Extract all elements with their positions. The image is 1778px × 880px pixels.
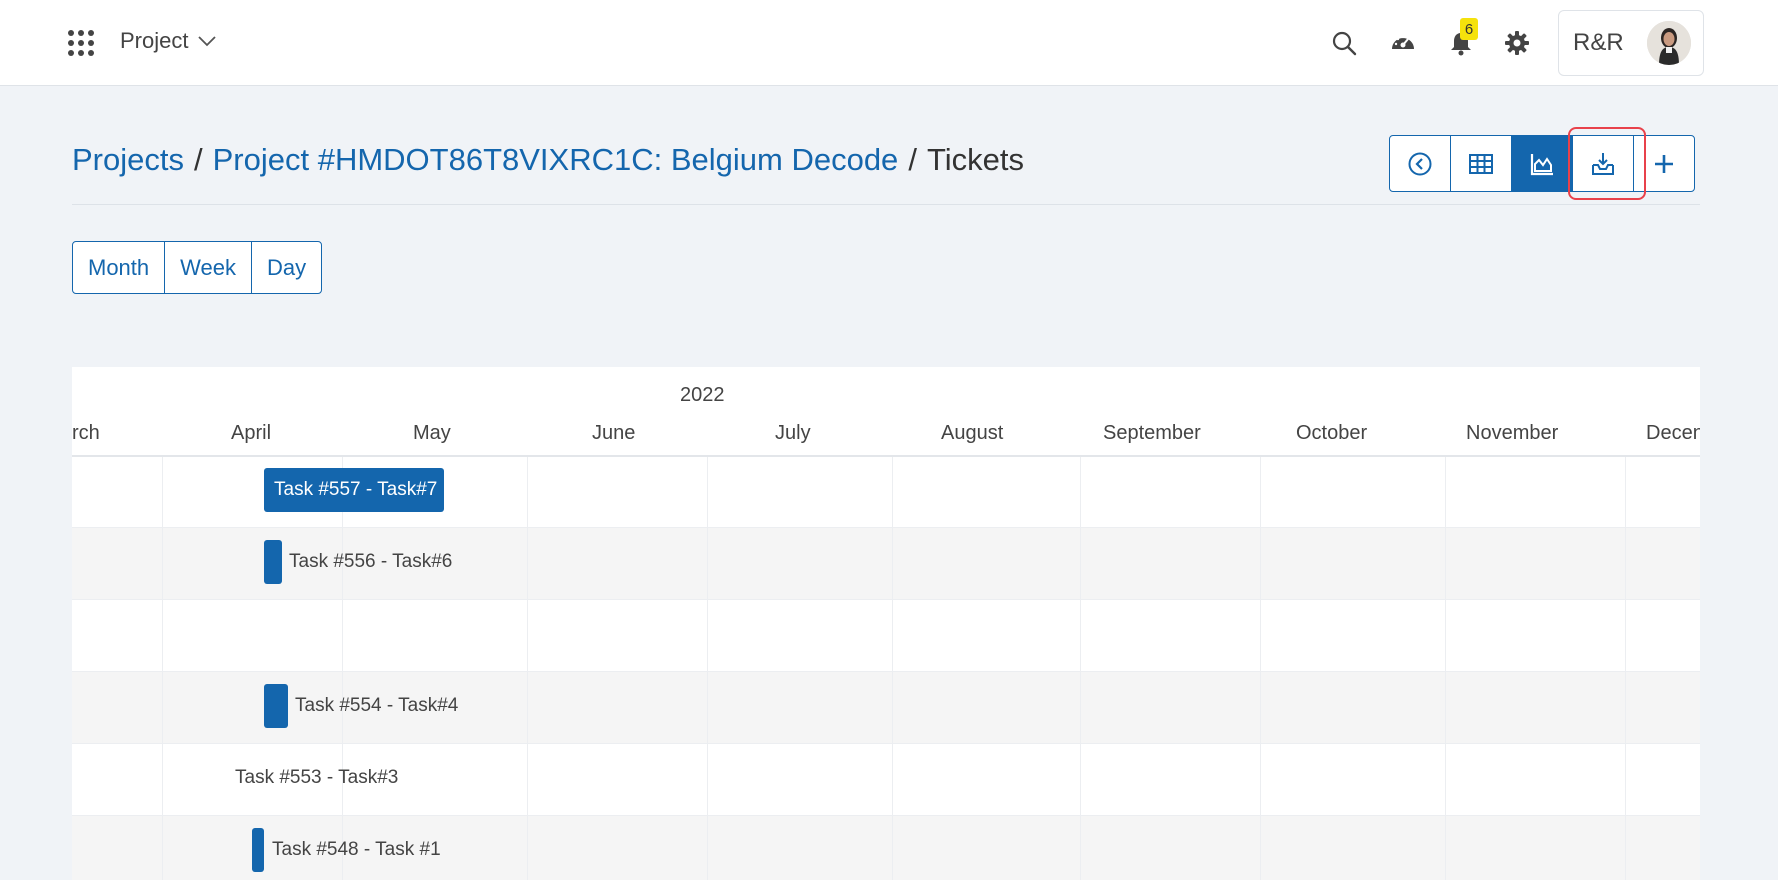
week-view-button[interactable]: Week: [164, 241, 252, 294]
project-menu[interactable]: Project: [120, 28, 217, 54]
project-menu-label: Project: [120, 28, 189, 53]
dashboard-gauge-icon[interactable]: [1388, 28, 1418, 58]
divider: [72, 204, 1700, 205]
user-menu[interactable]: R&R: [1558, 10, 1704, 76]
table-view-button[interactable]: [1450, 135, 1512, 192]
month-gridline: [1080, 456, 1081, 880]
month-gridline: [707, 456, 708, 880]
month-label: rch: [72, 422, 100, 444]
task-label: Task #548 - Task #1: [272, 839, 441, 860]
breadcrumb-project-link[interactable]: Project #HMDOT86T8VIXRC1C: Belgium Decod…: [213, 142, 899, 178]
day-view-button[interactable]: Day: [251, 241, 323, 294]
view-toolbar: [1389, 135, 1695, 192]
add-button[interactable]: [1633, 135, 1695, 192]
month-label: November: [1466, 422, 1559, 444]
gantt-chart: 2022 rch April May June July August Sept…: [72, 367, 1700, 880]
month-gridline: [527, 456, 528, 880]
month-label: September: [1103, 422, 1201, 444]
task-label: Task #554 - Task#4: [295, 695, 459, 716]
area-chart-icon: [1530, 153, 1553, 175]
gantt-view-button[interactable]: [1511, 135, 1573, 192]
month-label: August: [941, 422, 1004, 444]
month-gridline: [892, 456, 893, 880]
breadcrumb-separator: /: [193, 142, 203, 177]
page-title: Tickets: [926, 142, 1024, 177]
search-icon[interactable]: [1329, 28, 1359, 58]
task-bar[interactable]: [252, 828, 264, 872]
month-label: Decen: [1646, 422, 1700, 444]
table-grid-icon: [1469, 153, 1493, 174]
month-label: June: [592, 422, 636, 444]
breadcrumb-projects-link[interactable]: Projects: [72, 142, 184, 178]
gantt-year-label: 2022: [680, 384, 725, 406]
view-mode-group: Month Week Day: [72, 241, 323, 294]
task-bar[interactable]: [264, 684, 288, 728]
month-gridline: [1445, 456, 1446, 880]
task-label: Task #556 - Task#6: [289, 551, 453, 572]
back-button[interactable]: [1389, 135, 1451, 192]
month-label: May: [413, 422, 451, 444]
month-gridline: [162, 456, 163, 880]
top-bar: Project 6 R&R: [0, 0, 1778, 86]
download-tray-icon: [1592, 152, 1614, 175]
month-gridline: [1260, 456, 1261, 880]
plus-icon: [1655, 154, 1673, 173]
gantt-header-divider: [72, 455, 1700, 457]
chevron-down-icon: [198, 36, 217, 47]
month-gridline: [342, 456, 343, 880]
gear-icon[interactable]: [1502, 28, 1532, 58]
avatar: [1647, 21, 1691, 65]
gantt-row: [72, 600, 1700, 672]
download-button[interactable]: [1572, 135, 1634, 192]
month-label: July: [775, 422, 811, 444]
breadcrumb-separator: /: [908, 142, 917, 177]
user-name: R&R: [1573, 29, 1624, 56]
task-bar[interactable]: Task #557 - Task#7: [264, 468, 444, 512]
apps-grid-icon[interactable]: [68, 30, 94, 56]
breadcrumb: Projects / Project #HMDOT86T8VIXRC1C: Be…: [72, 142, 1024, 178]
task-label: Task #553 - Task#3: [235, 767, 399, 788]
month-label: April: [231, 422, 272, 444]
notification-count-badge: 6: [1460, 18, 1478, 40]
task-bar[interactable]: [264, 540, 282, 584]
back-circle-icon: [1408, 152, 1432, 175]
month-label: October: [1296, 422, 1368, 444]
month-gridline: [1625, 456, 1626, 880]
month-view-button[interactable]: Month: [72, 241, 166, 294]
